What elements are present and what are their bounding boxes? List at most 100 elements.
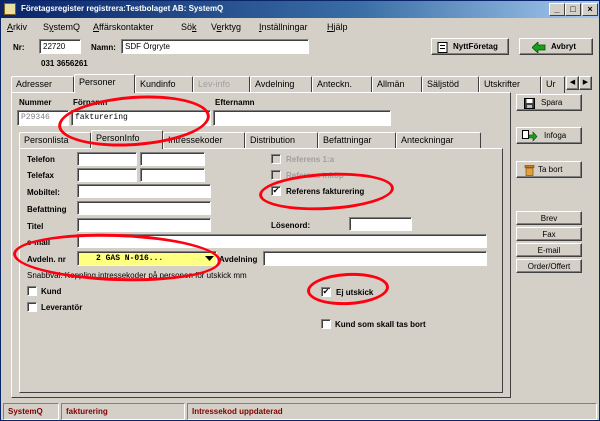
leverantor-checkbox[interactable]	[27, 302, 37, 312]
email-field[interactable]	[77, 234, 487, 248]
subtab-personlista[interactable]: Personlista	[19, 132, 91, 149]
mobiltel-label: Mobiltel:	[27, 188, 60, 197]
status-app: SystemQ	[3, 403, 59, 420]
nr-field[interactable]: 22720	[39, 39, 81, 54]
trash-bin-icon	[524, 165, 535, 176]
new-document-icon	[437, 42, 448, 53]
avdelning-label: Avdelning	[219, 255, 258, 264]
infoga-button[interactable]: Infoga	[516, 127, 582, 144]
kund-bort-checkbox[interactable]	[321, 319, 331, 329]
tab-saljstod[interactable]: Säljstöd	[422, 76, 479, 93]
ta-bort-label: Ta bort	[538, 165, 563, 174]
referens-inkop-label: Referens inköp	[286, 171, 344, 180]
namn-field[interactable]: SDF Örgryte	[121, 39, 309, 54]
nummer-label: Nummer	[19, 98, 52, 107]
email-label: e-mail	[27, 238, 51, 247]
avdeln-nr-dropdown[interactable]: 2 GAS N-016...	[77, 251, 217, 266]
infoga-label: Infoga	[544, 131, 567, 140]
tab-anteckn[interactable]: Anteckn.	[312, 76, 372, 93]
avdelning-field[interactable]	[263, 251, 487, 266]
telefon-field-1[interactable]	[77, 152, 137, 166]
menu-sok[interactable]: Sök	[181, 22, 197, 32]
nummer-field: P29346	[17, 110, 69, 126]
subtab-befattningar[interactable]: Befattningar	[318, 132, 396, 149]
fax-button[interactable]: Fax	[516, 227, 582, 241]
referens-inkop-checkbox	[271, 170, 281, 180]
ej-utskick-checkbox[interactable]: ✔	[321, 287, 331, 297]
tab-lev-info: Lev-info	[193, 76, 250, 93]
telefon-label: Telefon	[27, 155, 55, 164]
befattning-label: Befattning	[27, 205, 67, 214]
kund-checkbox[interactable]	[27, 286, 37, 296]
telefax-label: Telefax	[27, 171, 54, 180]
leverantor-label: Leverantör	[41, 303, 83, 312]
subtab-intressekoder[interactable]: Intressekoder	[163, 132, 245, 149]
ej-utskick-label: Ej utskick	[336, 288, 374, 297]
ta-bort-button[interactable]: Ta bort	[516, 161, 582, 178]
nr-label: Nr:	[13, 43, 25, 52]
new-company-button[interactable]: NyttFöretag	[431, 38, 509, 55]
referens-fakturering-checkbox[interactable]: ✔	[271, 186, 281, 196]
tab-scroll-right[interactable]: ▶	[579, 76, 592, 90]
losenord-field[interactable]	[349, 217, 412, 231]
titel-field[interactable]	[77, 218, 211, 232]
kund-label: Kund	[41, 287, 62, 296]
save-disk-icon	[524, 98, 535, 109]
dropdown-arrow-icon[interactable]	[205, 256, 214, 262]
brev-button[interactable]: Brev	[516, 211, 582, 225]
menu-bar: Arkiv SystemQ Affärskontakter Sök Verkty…	[1, 19, 599, 36]
telefon-field-2[interactable]	[140, 152, 205, 166]
subtab-personinfo[interactable]: PersonInfo	[91, 130, 163, 149]
tab-scroll-left[interactable]: ◀	[566, 76, 579, 90]
fornamn-label: Förnamn	[73, 98, 108, 107]
tab-adresser[interactable]: Adresser	[11, 76, 74, 93]
selection-hint: Snabbval: Koppling intressekoder på pers…	[27, 271, 247, 280]
tab-utskrifter[interactable]: Utskrifter	[479, 76, 541, 93]
referens1-checkbox	[271, 154, 281, 164]
close-button[interactable]: ×	[582, 3, 598, 16]
telefax-field-2[interactable]	[140, 168, 205, 182]
status-bar: SystemQ fakturering Intressekod uppdater…	[1, 403, 599, 420]
titel-label: Titel	[27, 222, 44, 231]
email-button[interactable]: E-mail	[516, 243, 582, 257]
befattning-field[interactable]	[77, 201, 211, 215]
mobiltel-field[interactable]	[77, 184, 211, 198]
kund-bort-label: Kund som skall tas bort	[335, 320, 426, 329]
status-message: Intressekod uppdaterad	[187, 403, 597, 420]
title-bar[interactable]: Företagsregister registrera:Testbolaget …	[1, 1, 599, 18]
efternamn-label: Efternamn	[215, 98, 255, 107]
cancel-label: Avbryt	[551, 42, 577, 51]
back-arrow-icon	[532, 42, 546, 53]
status-user: fakturering	[61, 403, 185, 420]
subtab-anteckningar[interactable]: Anteckningar	[396, 132, 481, 149]
order-offert-button[interactable]: Order/Offert	[516, 259, 582, 273]
cancel-button[interactable]: Avbryt	[519, 38, 593, 55]
fornamn-field[interactable]: fakturering	[71, 110, 211, 126]
losenord-label: Lösenord:	[271, 221, 311, 230]
app-icon	[4, 3, 16, 15]
referens-fakturering-label: Referens fakturering	[286, 187, 365, 196]
tab-avdelning[interactable]: Avdelning	[250, 76, 312, 93]
menu-hjalp[interactable]: Hjälp	[327, 22, 348, 32]
menu-installningar[interactable]: Inställningar	[259, 22, 308, 32]
minimize-button[interactable]: _	[549, 3, 565, 16]
tab-personer[interactable]: Personer	[74, 74, 135, 93]
spara-button[interactable]: Spara	[516, 94, 582, 111]
insert-arrow-icon	[522, 130, 538, 142]
avdeln-nr-label: Avdeln. nr	[27, 255, 66, 264]
subtab-distribution[interactable]: Distribution	[245, 132, 318, 149]
spara-label: Spara	[541, 98, 563, 107]
phone-text: 031 3656261	[41, 59, 88, 68]
menu-verktyg[interactable]: Verktyg	[211, 22, 241, 32]
tab-more[interactable]: Ur	[541, 76, 565, 93]
tab-allman[interactable]: Allmän	[372, 76, 422, 93]
maximize-button[interactable]: □	[565, 3, 581, 16]
telefax-field-1[interactable]	[77, 168, 137, 182]
window-title: Företagsregister registrera:Testbolaget …	[21, 4, 224, 13]
menu-affarskontakter[interactable]: Affärskontakter	[93, 22, 153, 32]
menu-systemq[interactable]: SystemQ	[43, 22, 80, 32]
efternamn-field[interactable]	[213, 110, 391, 126]
tab-kundinfo[interactable]: Kundinfo	[135, 76, 193, 93]
menu-arkiv[interactable]: Arkiv	[7, 22, 27, 32]
app-window: Företagsregister registrera:Testbolaget …	[0, 0, 600, 421]
